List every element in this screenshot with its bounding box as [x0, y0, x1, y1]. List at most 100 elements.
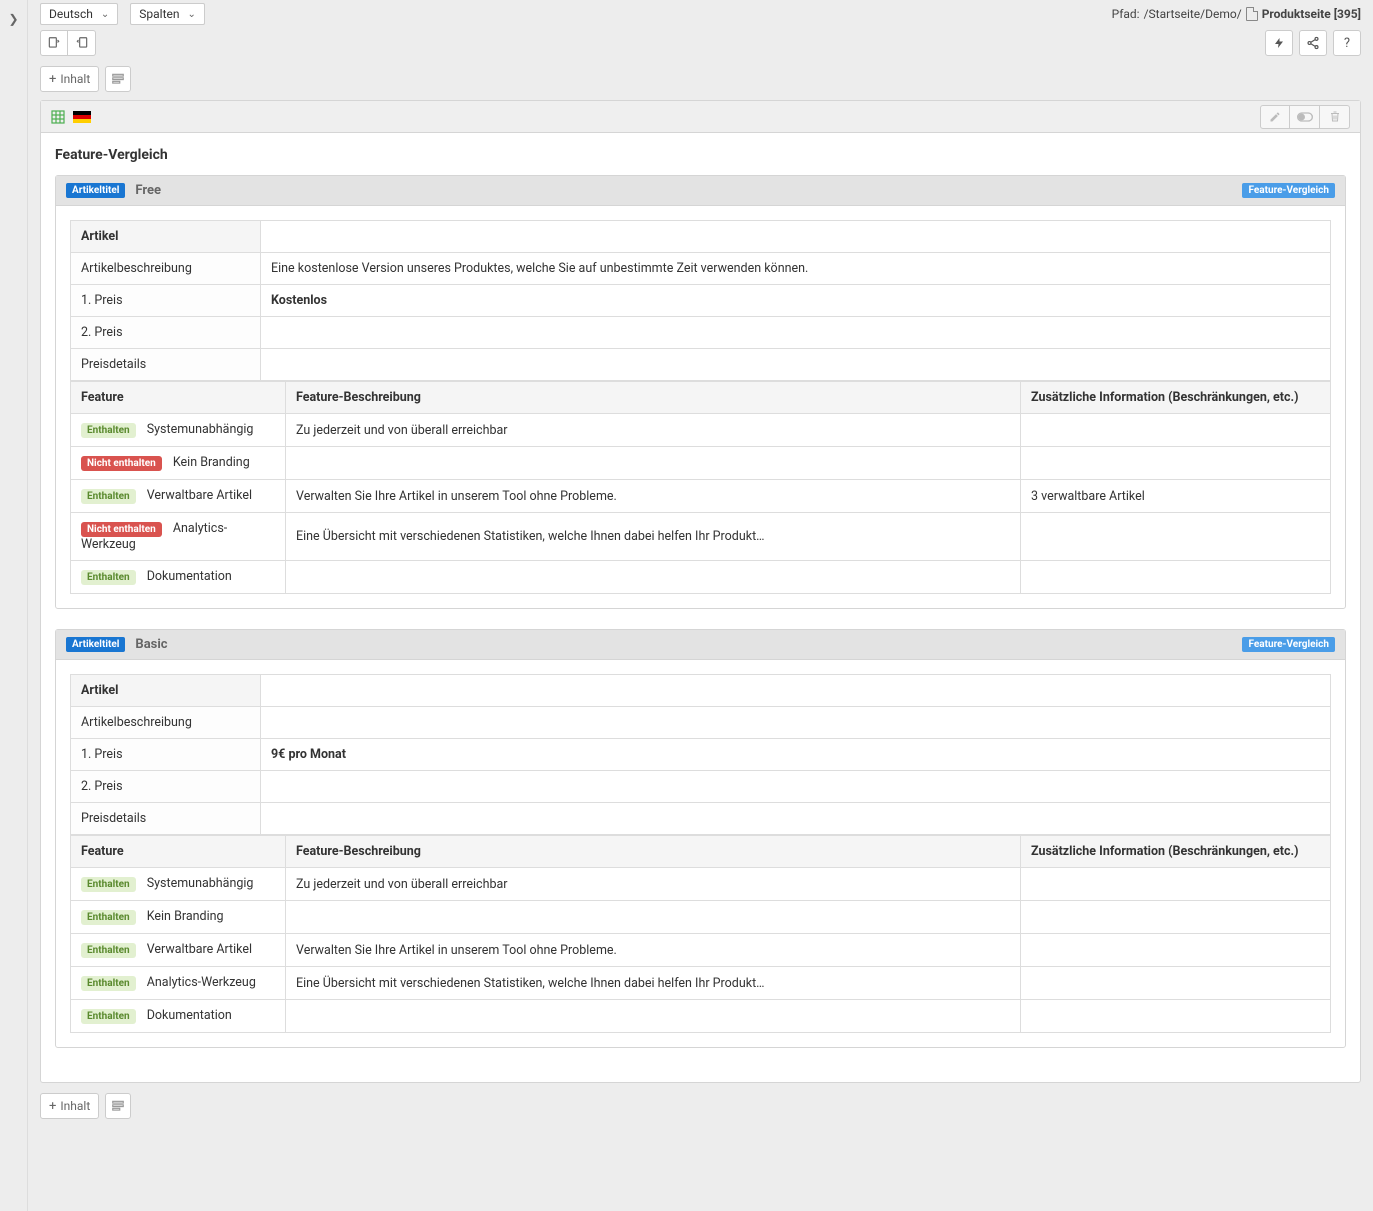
share-button[interactable]: [1299, 30, 1327, 56]
edit-panel-button[interactable]: [1260, 105, 1290, 129]
cell-value: [261, 349, 1331, 381]
feature-row: Enthalten Kein Branding: [71, 901, 1331, 934]
view-mode-2-button[interactable]: [68, 30, 96, 56]
feature-desc-cell: Zu jederzeit und von überall erreichbar: [286, 414, 1021, 447]
th-extra: Zusätzliche Information (Beschränkungen,…: [1021, 836, 1331, 868]
cell-label: Artikelbeschreibung: [71, 253, 261, 285]
feature-name-cell: Enthalten Dokumentation: [71, 561, 286, 594]
feature-extra-cell: [1021, 934, 1331, 967]
feature-name-cell: Nicht enthalten Analytics-Werkzeug: [71, 513, 286, 561]
feature-name-cell: Enthalten Systemunabhängig: [71, 868, 286, 901]
tag-included: Enthalten: [81, 910, 136, 925]
edit-button-top[interactable]: [105, 66, 131, 92]
language-value: Deutsch: [49, 7, 93, 21]
th-feature-desc: Feature-Beschreibung: [286, 382, 1021, 414]
feature-name-cell: Enthalten Verwaltbare Artikel: [71, 480, 286, 513]
feature-desc-cell: Verwalten Sie Ihre Artikel in unserem To…: [286, 934, 1021, 967]
cell-label: 2. Preis: [71, 317, 261, 349]
feature-extra-cell: [1021, 513, 1331, 561]
add-content-label: Inhalt: [60, 1099, 90, 1113]
cell-value: [261, 803, 1331, 835]
grid-icon: [51, 110, 65, 124]
th-feature-desc: Feature-Beschreibung: [286, 836, 1021, 868]
th-extra: Zusätzliche Information (Beschränkungen,…: [1021, 382, 1331, 414]
badge-artikeltitel: Artikeltitel: [66, 183, 125, 198]
feature-name-cell: Enthalten Kein Branding: [71, 901, 286, 934]
feature-extra-cell: [1021, 561, 1331, 594]
feature-desc-cell: [286, 901, 1021, 934]
tag-included: Enthalten: [81, 570, 136, 585]
expand-sidebar-icon[interactable]: ❯: [8, 12, 18, 26]
tag-included: Enthalten: [81, 976, 136, 991]
badge-artikeltitel: Artikeltitel: [66, 637, 125, 652]
add-content-button-bottom[interactable]: + Inhalt: [40, 1093, 99, 1119]
path-label: Pfad:: [1112, 7, 1140, 21]
feature-desc-cell: [286, 561, 1021, 594]
left-rail: ❯: [0, 0, 28, 1211]
cell-label: Artikel: [71, 221, 261, 253]
edit-button-bottom[interactable]: [105, 1093, 131, 1119]
feature-desc-cell: Eine Übersicht mit verschiedenen Statist…: [286, 967, 1021, 1000]
cell-value: [261, 675, 1331, 707]
article-body: ArtikelArtikelbeschreibung1. Preis9€ pro…: [56, 660, 1345, 1047]
feature-row: Enthalten SystemunabhängigZu jederzeit u…: [71, 868, 1331, 901]
feature-row: Nicht enthalten Analytics-WerkzeugEine Ü…: [71, 513, 1331, 561]
view-mode-1-button[interactable]: [40, 30, 68, 56]
feature-row: Enthalten Dokumentation: [71, 561, 1331, 594]
feature-row: Enthalten Verwaltbare ArtikelVerwalten S…: [71, 934, 1331, 967]
cell-label: Artikel: [71, 675, 261, 707]
feature-extra-cell: 3 verwaltbare Artikel: [1021, 480, 1331, 513]
tag-not-included: Nicht enthalten: [81, 522, 162, 537]
feature-name-cell: Enthalten Analytics-Werkzeug: [71, 967, 286, 1000]
article-info-table: ArtikelArtikelbeschreibungEine kostenlos…: [70, 220, 1331, 381]
language-select[interactable]: Deutsch ⌄: [40, 3, 118, 25]
add-content-button-top[interactable]: + Inhalt: [40, 66, 99, 92]
feature-row: Enthalten Analytics-WerkzeugEine Übersic…: [71, 967, 1331, 1000]
feature-extra-cell: [1021, 1000, 1331, 1033]
cell-value: [261, 317, 1331, 349]
delete-panel-button[interactable]: [1320, 105, 1350, 129]
tag-included: Enthalten: [81, 943, 136, 958]
article-title: Basic: [135, 637, 167, 652]
feature-desc-cell: [286, 447, 1021, 480]
panel-title: Feature-Vergleich: [55, 147, 1346, 163]
feature-name-cell: Enthalten Verwaltbare Artikel: [71, 934, 286, 967]
cell-value: [261, 221, 1331, 253]
toggle-panel-button[interactable]: [1290, 105, 1320, 129]
tag-not-included: Nicht enthalten: [81, 456, 162, 471]
cell-value: [261, 771, 1331, 803]
article-block: Artikeltitel Free Feature-Vergleich Artikel…: [55, 175, 1346, 609]
cache-button[interactable]: [1265, 30, 1293, 56]
feature-desc-cell: Zu jederzeit und von überall erreichbar: [286, 868, 1021, 901]
plus-icon: +: [49, 1099, 56, 1114]
cell-label: 1. Preis: [71, 739, 261, 771]
view-select[interactable]: Spalten ⌄: [130, 3, 205, 25]
feature-name-cell: Enthalten Systemunabhängig: [71, 414, 286, 447]
cell-value: Kostenlos: [261, 285, 1331, 317]
add-content-label: Inhalt: [60, 72, 90, 86]
article-head: Artikeltitel Basic Feature-Vergleich: [56, 630, 1345, 660]
tag-included: Enthalten: [81, 1009, 136, 1024]
article-block: ArtikeltitelBasicFeature-VergleichArtike…: [55, 629, 1346, 1048]
path-value: /Startseite/Demo/: [1144, 7, 1242, 21]
th-feature: Feature: [71, 836, 286, 868]
feature-row: Nicht enthalten Kein Branding: [71, 447, 1331, 480]
feature-extra-cell: [1021, 901, 1331, 934]
feature-name-cell: Nicht enthalten Kein Branding: [71, 447, 286, 480]
feature-desc-cell: Eine Übersicht mit verschiedenen Statist…: [286, 513, 1021, 561]
cell-label: 1. Preis: [71, 285, 261, 317]
badge-feature-vergleich: Feature-Vergleich: [1242, 637, 1335, 652]
feature-desc-cell: [286, 1000, 1021, 1033]
feature-extra-cell: [1021, 414, 1331, 447]
cell-value: Eine kostenlose Version unseres Produkte…: [261, 253, 1331, 285]
plus-icon: +: [49, 72, 56, 87]
article-title: Free: [135, 183, 161, 198]
cell-label: Artikelbeschreibung: [71, 707, 261, 739]
top-bar: Deutsch ⌄ Spalten ⌄ Pfad: /Startseite/De…: [28, 0, 1373, 28]
help-button[interactable]: ?: [1333, 30, 1361, 56]
content-panel: Feature-Vergleich Artikeltitel Free Featur…: [40, 100, 1361, 1083]
badge-feature-vergleich: Feature-Vergleich: [1242, 183, 1335, 198]
feature-row: Enthalten Dokumentation: [71, 1000, 1331, 1033]
second-bar: ?: [28, 28, 1373, 58]
cell-value: [261, 707, 1331, 739]
